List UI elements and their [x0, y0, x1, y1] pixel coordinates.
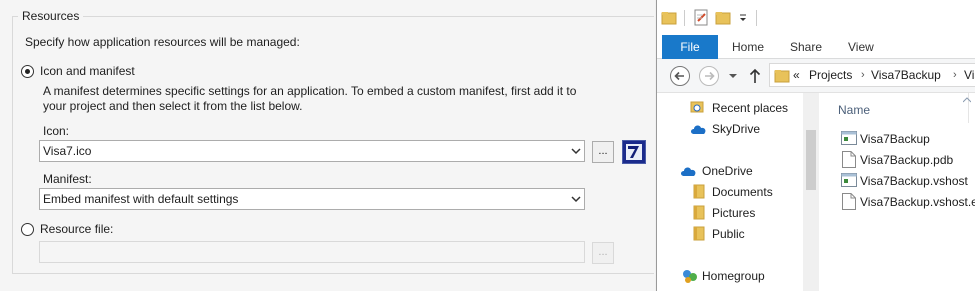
forward-icon[interactable]	[698, 65, 720, 87]
explorer-window: File Home Share View « Projects › Visa7B…	[656, 0, 975, 291]
resource-file-label[interactable]: Resource file:	[40, 222, 113, 236]
address-box[interactable]: « Projects › Visa7Backup › Vis	[769, 63, 975, 87]
toolbar-divider	[684, 10, 685, 26]
tab-home[interactable]: Home	[732, 35, 764, 59]
ribbon-tabs: File Home Share View	[657, 35, 975, 59]
tab-file[interactable]: File	[662, 35, 718, 59]
icon-manifest-label[interactable]: Icon and manifest	[40, 64, 135, 78]
nav-item-public[interactable]: Public	[712, 227, 745, 241]
visa7-app-icon	[623, 141, 645, 163]
file-list: Name Visa7Backup Visa7Backup.pdb Visa7Ba…	[820, 93, 975, 291]
list-item[interactable]: Visa7Backup	[860, 132, 930, 146]
nav-item-skydrive[interactable]: SkyDrive	[712, 122, 760, 136]
application-icon	[841, 173, 857, 187]
recent-locations-icon[interactable]	[729, 72, 737, 80]
resource-file-radio[interactable]	[21, 223, 34, 236]
breadcrumb-visa7backup[interactable]: Visa7Backup	[871, 68, 941, 82]
icon-combobox-value: Visa7.ico	[43, 144, 92, 158]
manifest-combobox[interactable]: Embed manifest with default settings	[39, 188, 585, 210]
folder-icon	[774, 70, 790, 83]
manifest-combobox-value: Embed manifest with default settings	[43, 192, 239, 206]
list-item[interactable]: Visa7Backup.pdb	[860, 153, 953, 167]
manifest-description-line1: A manifest determines specific settings …	[43, 84, 577, 98]
sort-up-icon	[963, 97, 971, 103]
resource-file-input[interactable]	[39, 241, 585, 263]
up-arrow-icon[interactable]	[749, 68, 761, 84]
breadcrumb-overflow[interactable]: «	[793, 68, 800, 82]
recent-places-icon	[690, 101, 704, 113]
new-folder-icon[interactable]	[715, 10, 731, 26]
tab-view[interactable]: View	[848, 35, 874, 59]
folder-icon	[693, 226, 705, 241]
chevron-down-icon[interactable]	[570, 145, 582, 157]
column-header-name[interactable]: Name	[838, 103, 870, 117]
skydrive-icon	[691, 125, 706, 134]
chevron-right-icon[interactable]: ›	[953, 69, 957, 81]
list-item[interactable]: Visa7Backup.vshost.ex	[860, 195, 975, 209]
app-icon-preview	[622, 140, 646, 164]
folder-icon	[693, 184, 705, 199]
file-icon	[842, 193, 856, 210]
chevron-down-icon[interactable]	[570, 193, 582, 205]
resources-panel: Resources Specify how application resour…	[0, 0, 655, 291]
icon-label: Icon:	[43, 124, 70, 138]
quick-access-toolbar	[657, 0, 975, 35]
customize-toolbar-icon[interactable]	[738, 13, 748, 23]
list-item[interactable]: Visa7Backup.vshost	[860, 174, 968, 188]
onedrive-icon	[681, 167, 696, 176]
icon-combobox[interactable]: Visa7.ico	[39, 140, 585, 162]
resources-group-title: Resources	[18, 9, 84, 23]
nav-item-documents[interactable]: Documents	[712, 185, 773, 199]
folder-icon[interactable]	[661, 10, 677, 26]
resources-intro-text: Specify how application resources will b…	[25, 35, 300, 49]
icon-browse-button[interactable]: ...	[592, 141, 614, 163]
homegroup-icon	[683, 270, 697, 283]
nav-item-pictures[interactable]: Pictures	[712, 206, 755, 220]
nav-item-recent-places[interactable]: Recent places	[712, 101, 788, 115]
resource-file-browse-button[interactable]: ...	[592, 242, 614, 264]
back-icon[interactable]	[669, 65, 691, 87]
properties-icon[interactable]	[694, 9, 710, 27]
application-icon	[841, 131, 857, 145]
folder-icon	[693, 205, 705, 220]
breadcrumb-current[interactable]: Vis	[964, 68, 975, 82]
chevron-right-icon[interactable]: ›	[861, 69, 865, 81]
navigation-scrollbar[interactable]	[803, 93, 819, 291]
manifest-label: Manifest:	[43, 172, 92, 186]
nav-item-onedrive[interactable]: OneDrive	[702, 164, 753, 178]
breadcrumb-projects[interactable]: Projects	[809, 68, 852, 82]
nav-item-homegroup[interactable]: Homegroup	[702, 269, 765, 283]
icon-manifest-radio[interactable]	[21, 65, 34, 78]
toolbar-divider	[756, 10, 757, 26]
file-icon	[842, 151, 856, 168]
navigation-bar: « Projects › Visa7Backup › Vis	[657, 59, 975, 93]
tab-share[interactable]: Share	[790, 35, 822, 59]
navigation-scrollbar-thumb[interactable]	[806, 130, 816, 190]
manifest-description-line2: your project and then select it from the…	[43, 99, 303, 113]
